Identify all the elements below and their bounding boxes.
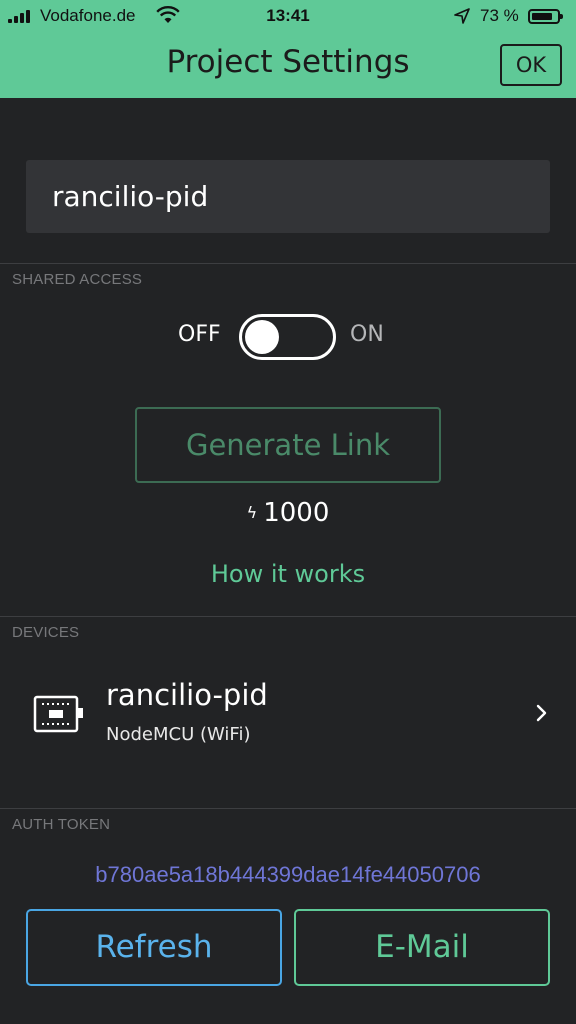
- chevron-right-icon: [536, 704, 547, 722]
- how-it-works-link[interactable]: How it works: [0, 560, 576, 588]
- section-label-shared-access: SHARED ACCESS: [12, 271, 143, 288]
- divider: [0, 263, 576, 264]
- status-bar: Vodafone.de 13:41 73 %: [0, 0, 576, 34]
- board-chip-icon: [33, 695, 83, 733]
- divider: [0, 616, 576, 617]
- location-arrow-icon: [454, 8, 470, 24]
- battery-percent: 73 %: [480, 6, 519, 25]
- toggle-off-label: OFF: [178, 322, 221, 347]
- ok-button[interactable]: OK: [500, 44, 562, 86]
- lightning-bolt-icon: ϟ: [246, 503, 258, 522]
- project-name-input[interactable]: rancilio-pid: [26, 160, 550, 233]
- energy-cost: ϟ 1000: [0, 498, 576, 528]
- shared-access-toggle-row: OFF ON: [0, 312, 576, 360]
- page-title: Project Settings: [166, 44, 410, 80]
- battery-icon: [528, 9, 563, 24]
- section-label-auth-token: AUTH TOKEN: [12, 816, 111, 833]
- auth-token-value[interactable]: b780ae5a18b444399dae14fe44050706: [0, 862, 576, 888]
- email-button[interactable]: E-Mail: [294, 909, 550, 986]
- header-bar: Vodafone.de 13:41 73 % Project Settings …: [0, 0, 576, 98]
- divider: [0, 808, 576, 809]
- device-item[interactable]: rancilio-pid NodeMCU (WiFi): [0, 660, 576, 760]
- refresh-button[interactable]: Refresh: [26, 909, 282, 986]
- device-type: NodeMCU (WiFi): [106, 724, 251, 745]
- device-name: rancilio-pid: [106, 678, 268, 712]
- generate-link-button[interactable]: Generate Link: [135, 407, 441, 483]
- shared-access-toggle[interactable]: [239, 314, 336, 360]
- section-label-devices: DEVICES: [12, 624, 80, 641]
- toggle-on-label: ON: [350, 322, 384, 347]
- toggle-knob: [245, 320, 279, 354]
- energy-value: 1000: [263, 498, 330, 528]
